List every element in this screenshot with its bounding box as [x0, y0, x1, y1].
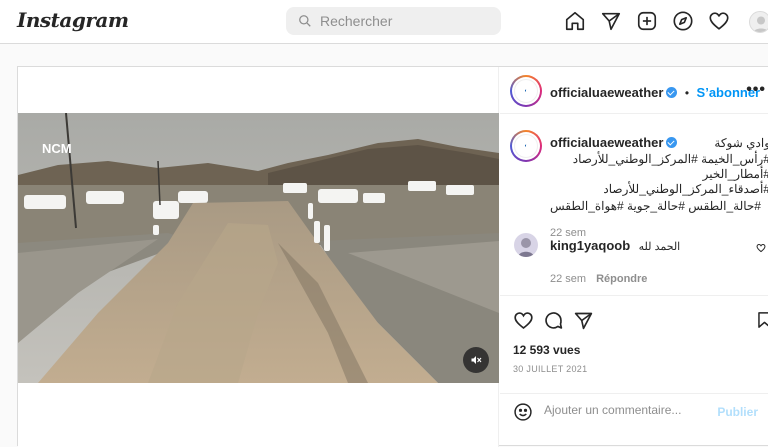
separator-dot: • [684, 86, 690, 100]
author-avatar[interactable]: ◐ [510, 75, 542, 107]
muted-speaker-icon [471, 356, 482, 364]
like-icon[interactable] [512, 309, 534, 331]
comment-input[interactable] [544, 403, 714, 417]
verified-badge-icon [666, 87, 678, 98]
view-count[interactable]: 12 593 vues [513, 343, 580, 357]
caption: officialuaeweather وادي شوكة #رأس_الخيمة… [550, 134, 768, 239]
commenter-avatar[interactable] [514, 233, 538, 257]
author-username[interactable]: officialuaeweather [550, 85, 663, 100]
direct-icon[interactable] [599, 9, 623, 33]
post-sidebar: ◐ officialuaeweather • S’abonner ••• ◐ o… [500, 67, 768, 447]
explore-icon[interactable] [671, 9, 695, 33]
caption-line-2[interactable]: #رأس_الخيمة #المركز_الوطني_للأرصاد [550, 152, 768, 167]
new-post-icon[interactable] [635, 9, 659, 33]
caption-line-3[interactable]: #أمطار_الخير #أصدقاء_المركز_الوطني_للأرص… [550, 167, 768, 197]
share-icon[interactable] [572, 309, 594, 331]
ncm-avatar-logo-icon: ◐ [514, 79, 538, 103]
caption-line-4[interactable]: #حالة_الطقس #حالة_جوية #هواة_الطقس [550, 199, 761, 214]
reply-button[interactable]: Répondre [596, 273, 647, 285]
post-date[interactable]: 30 JUILLET 2021 [513, 364, 587, 374]
add-comment-bar: Publier [500, 393, 768, 431]
comments-section: ◐ officialuaeweather وادي شوكة #رأس_الخي… [500, 115, 768, 293]
mute-button[interactable] [463, 347, 489, 373]
caption-author-avatar[interactable]: ◐ [510, 130, 542, 162]
more-options-icon[interactable]: ••• [746, 81, 766, 99]
home-icon[interactable] [563, 9, 587, 33]
post-card: NCM ◐ officialuaeweather • S’abonner •••… [17, 66, 768, 447]
instagram-logo[interactable]: Instagram [17, 8, 129, 32]
search-input[interactable] [320, 13, 490, 29]
caption-username[interactable]: officialuaeweather [550, 135, 663, 150]
post-header: ◐ officialuaeweather • S’abonner ••• [500, 67, 768, 114]
post-actions: 12 593 vues 30 JUILLET 2021 [500, 295, 768, 395]
publish-button[interactable]: Publier [717, 405, 758, 419]
comment-username[interactable]: king1yaqoob [550, 238, 630, 253]
post-video[interactable]: NCM [18, 113, 499, 383]
comment-time: 22 sem [550, 273, 587, 285]
comment-text: الحمد لله [638, 241, 681, 253]
search-box[interactable] [286, 7, 501, 35]
post-media: NCM [18, 67, 499, 447]
search-icon [299, 15, 311, 27]
caption-line-1: وادي شوكة [714, 136, 768, 150]
ncm-watermark: NCM [42, 141, 72, 156]
comment: king1yaqoob الحمد لله 22 sem Répondre [550, 237, 755, 287]
profile-icon[interactable] [749, 11, 768, 33]
comment-icon[interactable] [542, 309, 564, 331]
activity-icon[interactable] [707, 9, 731, 33]
top-navbar: Instagram [0, 0, 768, 44]
video-frame [18, 113, 499, 383]
emoji-icon[interactable] [513, 402, 533, 422]
ncm-avatar-logo-icon: ◐ [514, 134, 538, 158]
verified-badge-icon [666, 137, 678, 148]
save-icon[interactable] [753, 309, 768, 331]
comment-like-icon[interactable] [756, 240, 766, 253]
nav-icons [563, 9, 743, 33]
